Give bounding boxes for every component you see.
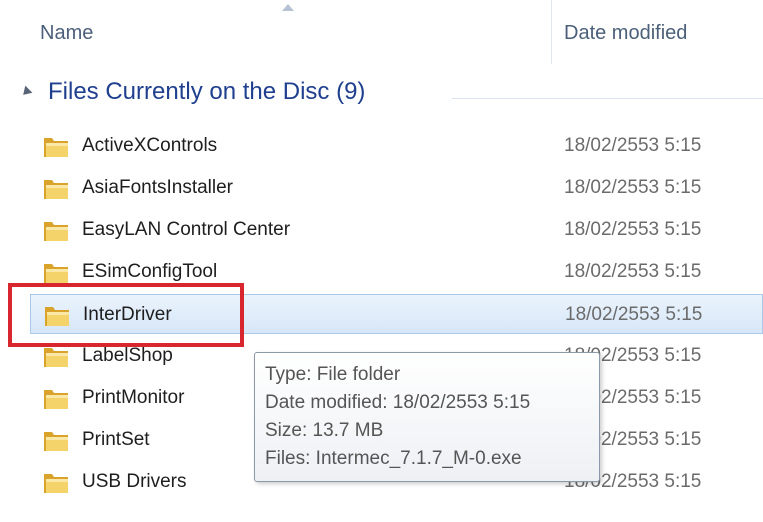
item-name: ESimConfigTool [82,261,218,282]
item-name: PrintMonitor [82,387,185,408]
column-date-header[interactable]: Date modified [564,22,687,45]
folder-icon [44,348,68,367]
folder-icon [44,432,68,451]
group-divider [452,98,763,99]
item-name: EasyLAN Control Center [82,219,291,240]
folder-icon [44,264,68,283]
list-item[interactable]: EasyLAN Control Center 18/02/2553 5:15 [30,210,763,250]
column-divider[interactable] [551,0,552,64]
item-name: USB Drivers [82,471,187,492]
item-name: PrintSet [82,429,150,450]
item-name: LabelShop [82,345,173,366]
folder-icon [44,138,68,157]
item-date: 18/02/2553 5:15 [564,261,702,282]
column-name-header[interactable]: Name [40,22,93,45]
tooltip-size: Size: 13.7 MB [265,420,384,441]
sort-ascending-icon [282,4,294,11]
tooltip-date: Date modified: 18/02/2553 5:15 [265,392,531,413]
item-name: ActiveXControls [82,135,218,156]
item-date: 18/02/2553 5:15 [564,219,702,240]
item-tooltip: Type: File folder Date modified: 18/02/2… [254,352,600,482]
folder-icon [44,180,68,199]
collapse-group-icon[interactable] [19,85,33,99]
column-header: Name Date modified [0,0,763,64]
folder-icon [44,222,68,241]
item-date: 18/02/2553 5:15 [565,304,703,325]
group-title[interactable]: Files Currently on the Disc (9) [48,78,365,106]
list-item[interactable]: AsiaFontsInstaller 18/02/2553 5:15 [30,168,763,208]
list-item[interactable]: ActiveXControls 18/02/2553 5:15 [30,126,763,166]
item-date: 18/02/2553 5:15 [564,177,702,198]
folder-icon [44,474,68,493]
item-name: AsiaFontsInstaller [82,177,234,198]
item-date: 18/02/2553 5:15 [564,135,702,156]
red-highlight-box [8,283,244,347]
tooltip-type: Type: File folder [265,364,401,385]
folder-icon [44,390,68,409]
tooltip-files: Files: Intermec_7.1.7_M-0.exe [265,448,522,469]
